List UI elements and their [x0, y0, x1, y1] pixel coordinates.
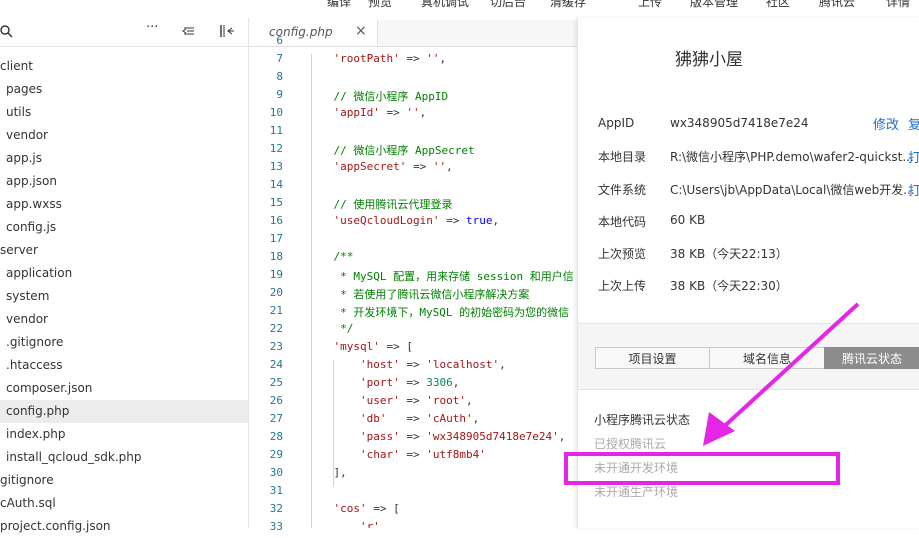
annotation-arrow-icon: [703, 302, 860, 446]
